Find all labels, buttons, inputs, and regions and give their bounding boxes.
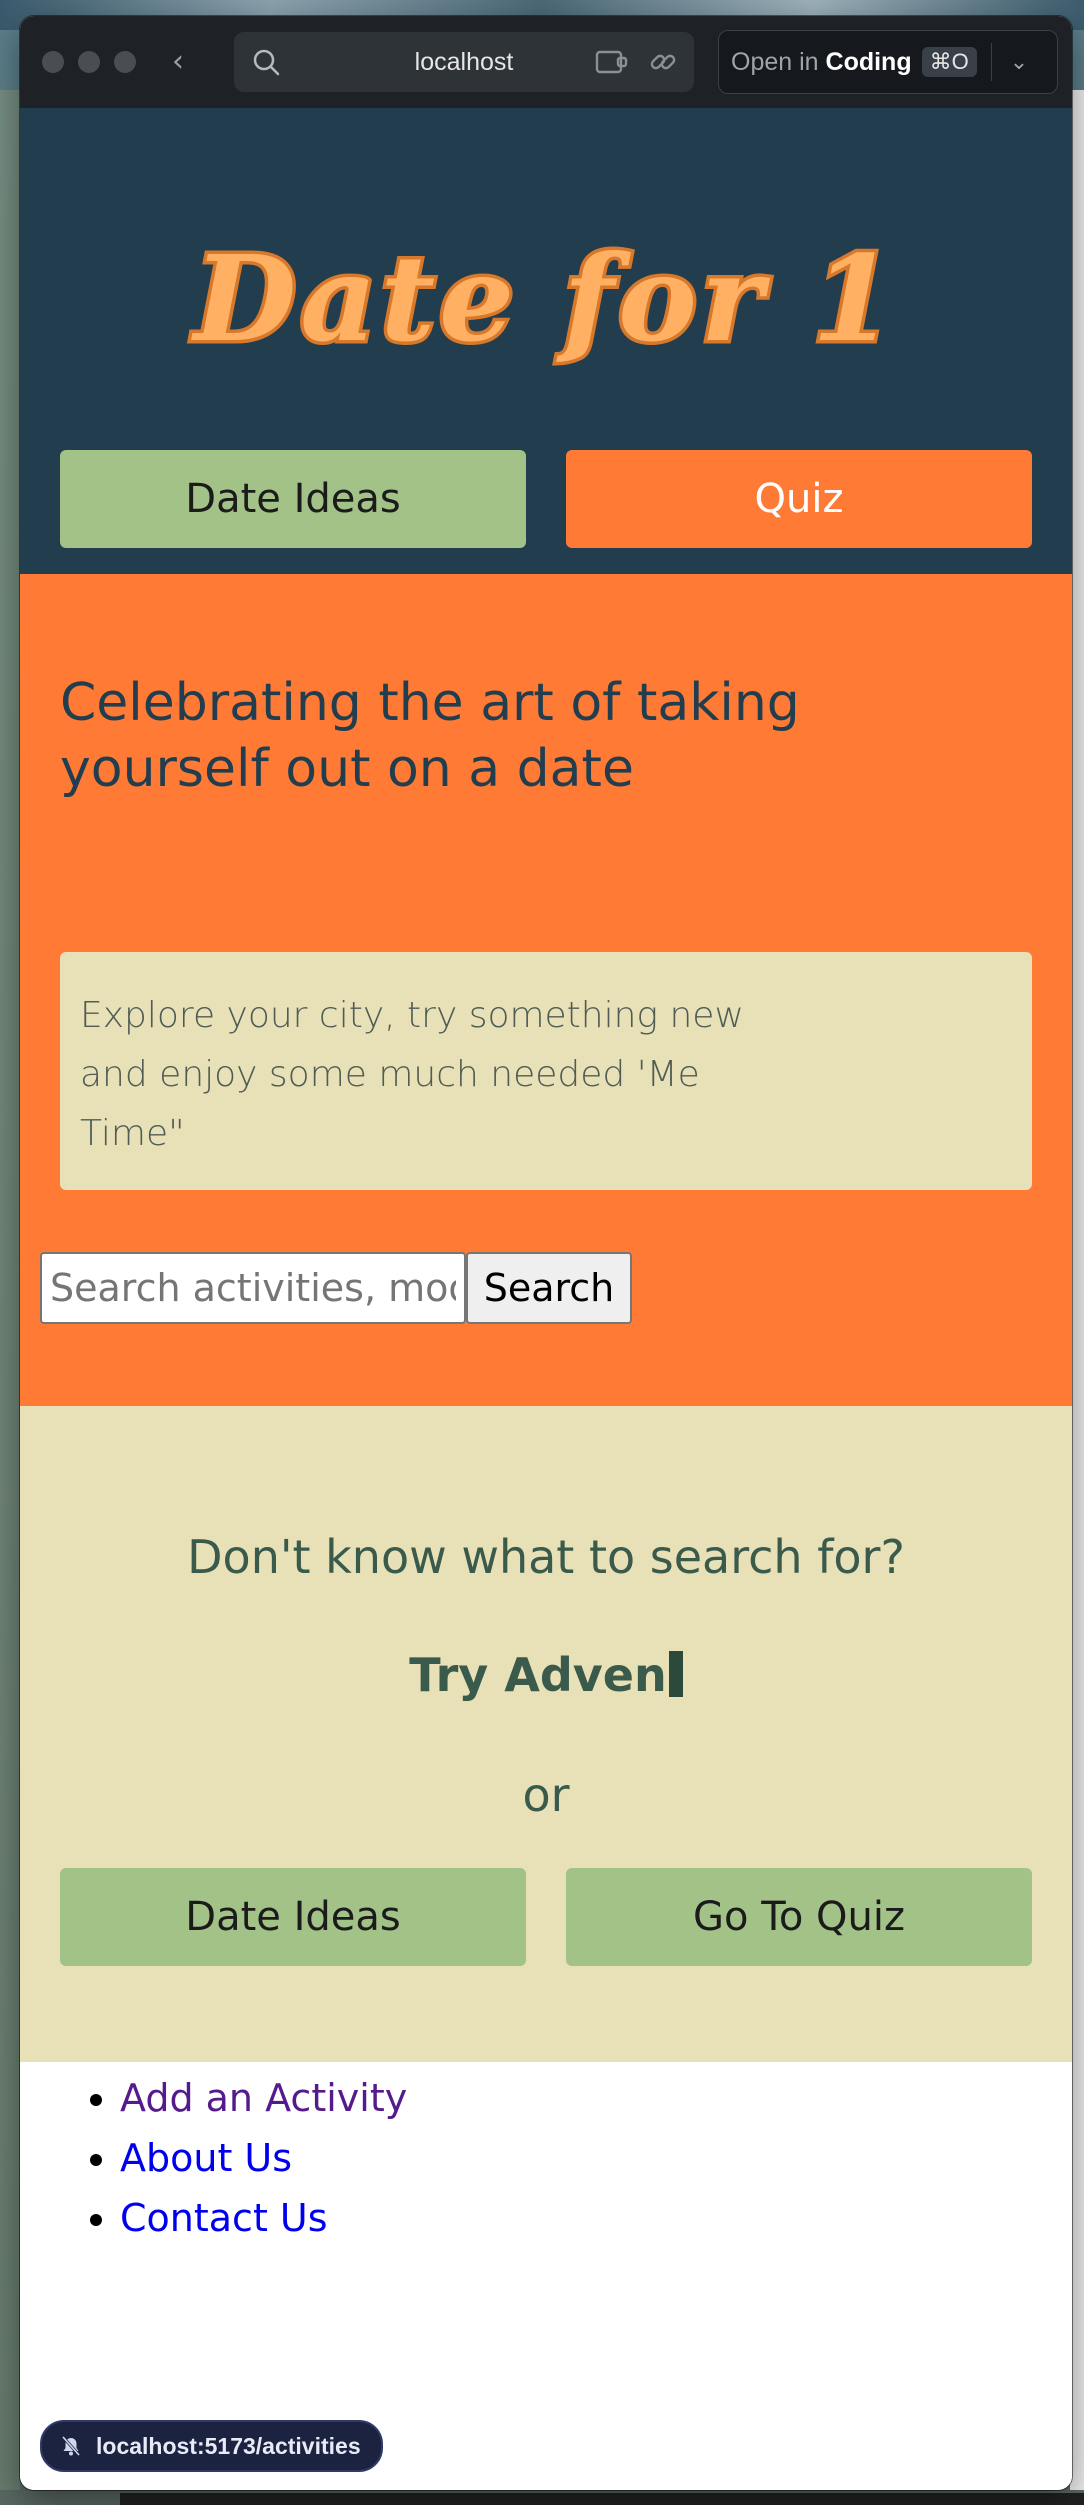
list-item: Add an Activity	[120, 2068, 407, 2128]
or-separator: or	[522, 1768, 570, 1822]
background-window-right	[1070, 90, 1084, 2490]
site-header: Date for 1 Date Ideas Quiz	[20, 108, 1072, 574]
browser-window: ‹ localhost Open in Coding ⌘O ⌄ Date for…	[20, 16, 1072, 2490]
background-window-left	[0, 90, 20, 2490]
site-logo[interactable]: Date for 1	[20, 228, 1072, 378]
divider	[990, 43, 992, 81]
suggestion-section: Don't know what to search for? Try Adven…	[20, 1406, 1072, 2062]
contact-us-link[interactable]: Contact Us	[120, 2196, 328, 2240]
list-item: Contact Us	[120, 2188, 407, 2248]
minimize-window-button[interactable]	[78, 51, 100, 73]
shortcut-badge: ⌘O	[921, 47, 977, 77]
tagline-text: Explore your city, try something new and…	[80, 995, 744, 1154]
list-item: About Us	[120, 2128, 407, 2188]
extension-icon[interactable]	[594, 48, 630, 76]
hero-title: Celebrating the art of taking yourself o…	[60, 673, 800, 799]
close-window-button[interactable]	[42, 51, 64, 73]
status-url: localhost:5173/activities	[96, 2432, 361, 2459]
address-bar[interactable]: localhost	[234, 32, 694, 92]
chevron-down-icon[interactable]: ⌄	[1010, 49, 1028, 75]
about-us-link[interactable]: About Us	[120, 2136, 292, 2180]
search-input[interactable]	[40, 1252, 466, 1324]
footer-links: Add an Activity About Us Contact Us	[20, 2068, 407, 2248]
background-dock-edge	[120, 2493, 1084, 2505]
hero-section: Celebrating the art of taking yourself o…	[20, 574, 1072, 1406]
search-button[interactable]: Search	[466, 1252, 632, 1324]
link-status-pill: localhost:5173/activities	[40, 2420, 383, 2472]
nav-date-ideas-button[interactable]: Date Ideas	[60, 450, 526, 548]
link-icon[interactable]	[648, 47, 678, 77]
zoom-window-button[interactable]	[114, 51, 136, 73]
date-ideas-button[interactable]: Date Ideas	[60, 1868, 526, 1966]
suggestion-question: Don't know what to search for?	[187, 1530, 905, 1584]
go-to-quiz-button[interactable]: Go To Quiz	[566, 1868, 1032, 1966]
typewriter-suggestion: Try Adven	[20, 1648, 1072, 1702]
muted-bell-icon	[61, 2436, 81, 2456]
tagline-card: Explore your city, try something new and…	[60, 952, 1032, 1190]
add-activity-link[interactable]: Add an Activity	[120, 2076, 407, 2120]
browser-toolbar: ‹ localhost Open in Coding ⌘O ⌄	[20, 16, 1072, 108]
text-cursor	[668, 1651, 683, 1697]
window-controls	[42, 51, 136, 73]
svg-text:Date for 1: Date for 1	[191, 229, 898, 368]
back-chevron-icon[interactable]: ‹	[172, 47, 192, 77]
open-in-label: Open in Coding	[731, 47, 912, 76]
open-in-coding-button[interactable]: Open in Coding ⌘O ⌄	[718, 30, 1058, 94]
web-page: Date for 1 Date Ideas Quiz Celebrating t…	[20, 108, 1072, 2490]
nav-quiz-button[interactable]: Quiz	[566, 450, 1032, 548]
